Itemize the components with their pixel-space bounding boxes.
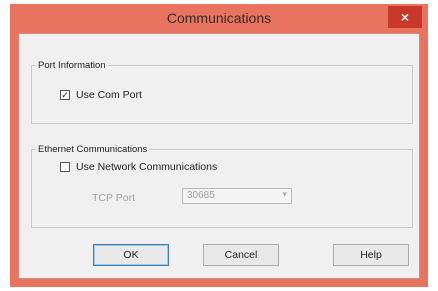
close-button[interactable]: ×: [388, 6, 422, 28]
use-network-communications-checkbox[interactable]: [60, 162, 70, 172]
use-com-port-label: Use Com Port: [76, 89, 142, 101]
use-com-port-checkbox[interactable]: ✓: [60, 90, 70, 100]
tcp-port-label: TCP Port: [92, 192, 135, 204]
dropdown-arrow-icon[interactable]: ▾: [282, 189, 287, 200]
use-com-port-option[interactable]: ✓ Use Com Port: [60, 89, 142, 101]
port-information-group: Port Information ✓ Use Com Port: [31, 60, 413, 124]
use-network-communications-option[interactable]: Use Network Communications: [60, 161, 217, 173]
ethernet-communications-legend: Ethernet Communications: [38, 144, 148, 155]
close-icon: ×: [400, 9, 410, 25]
communications-dialog: Communications × Port Information ✓ Use …: [10, 4, 428, 287]
port-information-legend: Port Information: [38, 60, 106, 71]
ethernet-communications-group: Ethernet Communications Use Network Comm…: [31, 144, 413, 228]
cancel-button[interactable]: Cancel: [203, 244, 279, 266]
help-button[interactable]: Help: [333, 244, 409, 266]
ok-button[interactable]: OK: [93, 244, 169, 266]
title-bar[interactable]: Communications ×: [10, 4, 428, 32]
checkmark-icon: ✓: [61, 90, 69, 100]
window-title: Communications: [166, 10, 272, 26]
tcp-port-select[interactable]: 30685 ▾: [182, 188, 292, 204]
dialog-body: Port Information ✓ Use Com Port Ethernet…: [18, 33, 420, 279]
use-network-communications-label: Use Network Communications: [76, 161, 218, 173]
tcp-port-value: 30685: [187, 190, 215, 201]
